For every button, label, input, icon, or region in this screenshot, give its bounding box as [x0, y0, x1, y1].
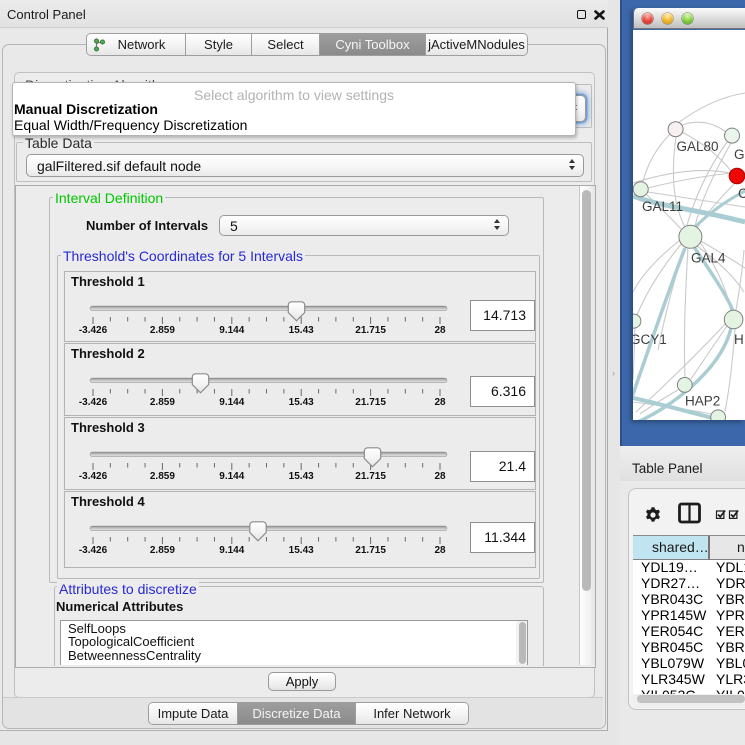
svg-text:GAL4: GAL4 [691, 251, 726, 266]
svg-text:C: C [738, 186, 745, 201]
svg-text:GCY1: GCY1 [633, 332, 667, 347]
svg-text:GAL11: GAL11 [642, 199, 683, 214]
svg-text:GAL80: GAL80 [677, 139, 719, 154]
svg-text:H: H [734, 332, 744, 347]
svg-text:G.: G. [734, 147, 745, 162]
svg-text:HAP2: HAP2 [685, 394, 720, 409]
